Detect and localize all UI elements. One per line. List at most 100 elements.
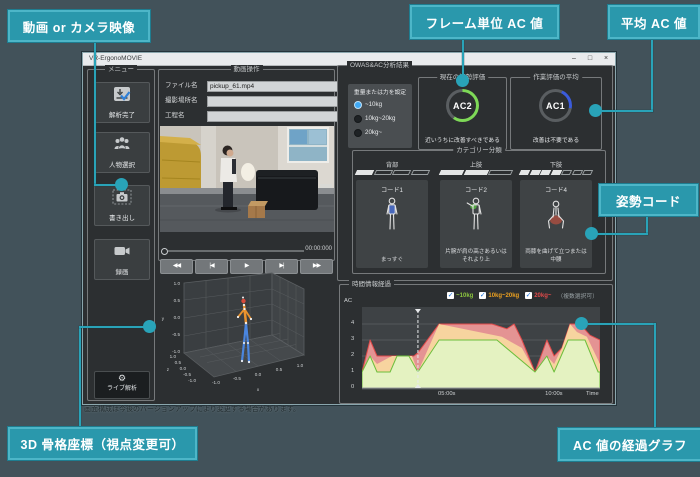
weight-option[interactable]: 10kg~20kg xyxy=(354,114,395,123)
svg-text:0.5: 0.5 xyxy=(175,360,182,365)
ac-graph-title: 時間情報経過 xyxy=(349,280,394,289)
posture-code-label: コード1 xyxy=(356,185,428,194)
record-label: 録画 xyxy=(95,266,149,276)
connector-dot-avg-ac xyxy=(589,104,602,117)
segment xyxy=(540,170,551,175)
segment xyxy=(529,170,540,175)
segment xyxy=(355,170,374,175)
segment xyxy=(464,170,489,175)
connector-line xyxy=(588,323,656,325)
x-tick-label: 05:00s xyxy=(438,391,455,397)
posture-code-label: コード4 xyxy=(520,185,592,194)
export-button[interactable]: 書き出し xyxy=(94,185,150,226)
segment xyxy=(561,170,572,175)
posture-card-back: コード1 まっすぐ xyxy=(356,180,428,268)
seek-track[interactable] xyxy=(168,250,304,252)
minimize-button[interactable]: – xyxy=(567,54,581,64)
connector-line xyxy=(79,326,145,328)
weight-option[interactable]: 20kg~ xyxy=(354,128,382,137)
current-ac-ring: AC2 xyxy=(446,89,479,122)
connector-line xyxy=(595,233,648,235)
segment-bar xyxy=(440,170,512,175)
category-panel: カテゴリー分類 背部 コード1 xyxy=(352,150,606,274)
maximize-button[interactable]: □ xyxy=(583,54,597,64)
segment xyxy=(439,170,464,175)
y-axis-label: AC xyxy=(344,298,352,304)
svg-text:0.0: 0.0 xyxy=(255,372,262,377)
svg-text:1.0: 1.0 xyxy=(170,354,177,359)
menu-panel: メニュー 解析完了 人物選択 書き出し xyxy=(87,69,155,401)
average-ac-value: AC1 xyxy=(546,101,565,111)
posture-figure-arms-icon xyxy=(464,196,488,241)
people-icon xyxy=(112,139,132,156)
legend-item: ✓10kg~20kg xyxy=(479,292,519,299)
weight-setting-panel: 重量または力を設定 ~10kg 10kg~20kg 20kg~ xyxy=(348,84,412,148)
close-button[interactable]: × xyxy=(599,54,613,64)
y-tick-label: 4 xyxy=(351,320,354,326)
weight-option[interactable]: ~10kg xyxy=(354,100,382,109)
live-analysis-button[interactable]: ⚙ ライブ解析 xyxy=(94,371,150,399)
svg-text:-1.0: -1.0 xyxy=(212,380,220,385)
average-ac-ring: AC1 xyxy=(539,89,572,122)
app-window: VR-ErgonoMOVIE – □ × メニュー 解析完了 人物選択 xyxy=(82,52,616,405)
radio-icon[interactable] xyxy=(354,101,362,109)
timecode: 00:00:000 xyxy=(305,246,332,252)
person-select-label: 人物選択 xyxy=(95,159,149,169)
connector-line xyxy=(79,327,81,427)
connector-line xyxy=(651,35,653,112)
legend-checkbox-icon[interactable]: ✓ xyxy=(479,292,486,299)
callout-ac-graph-label: AC 値の経過グラフ xyxy=(558,428,700,461)
svg-text:0.5: 0.5 xyxy=(276,367,283,372)
segment xyxy=(410,170,429,175)
y-tick-label: 0 xyxy=(351,384,354,390)
x-axis-label: Time xyxy=(586,391,599,397)
segment xyxy=(373,170,392,175)
svg-text:0.5: 0.5 xyxy=(174,298,181,303)
radio-icon[interactable] xyxy=(354,115,362,123)
ac-graph-plot[interactable] xyxy=(362,307,600,390)
connector-dot-posture-code xyxy=(585,227,598,240)
menu-panel-title: メニュー xyxy=(105,65,137,74)
connector-dot-frame-ac xyxy=(456,74,469,87)
process-label: 工程名 xyxy=(165,111,185,121)
posture-figure-back-icon xyxy=(380,196,404,241)
svg-text:-0.5: -0.5 xyxy=(172,332,180,337)
connector-line xyxy=(94,38,96,185)
file-name-label: ファイル名 xyxy=(165,81,198,91)
download-check-icon xyxy=(112,89,132,106)
gear-icon: ⚙ xyxy=(95,373,149,383)
seek-handle[interactable] xyxy=(161,248,168,255)
video-operations-title: 動画操作 xyxy=(231,65,263,74)
video-operations-panel: 動画操作 ファイル名 撮影場所名 工程名 xyxy=(158,69,335,261)
svg-text:1.0: 1.0 xyxy=(297,363,304,368)
average-posture-title: 作業評価の平均 xyxy=(530,73,582,82)
segment xyxy=(488,170,513,175)
legend-checkbox-icon[interactable]: ✓ xyxy=(447,292,454,299)
analysis-complete-label: 解析完了 xyxy=(95,109,149,119)
y-tick-label: 2 xyxy=(351,352,354,358)
record-button[interactable]: 録画 xyxy=(94,239,150,280)
legend-item: ✓~10kg xyxy=(447,292,473,299)
file-name-input[interactable] xyxy=(207,81,338,92)
location-label: 撮影場所名 xyxy=(165,96,198,106)
segment xyxy=(582,170,593,175)
person-select-button[interactable]: 人物選択 xyxy=(94,132,150,173)
ac-graph-panel: 時間情報経過 ✓~10kg✓10kg~20kg✓20kg~（複数選択可） AC0… xyxy=(339,284,613,404)
posture-code-label: コード2 xyxy=(440,185,512,194)
skeleton-3d-plot[interactable]: 1.00.50.0-0.5-1.01.00.50.0-0.5-1.0-1.0-0… xyxy=(156,259,338,401)
posture-caption-arms: 片腕が肩の高さあるいはそれより上 xyxy=(443,249,509,264)
video-display xyxy=(160,126,334,232)
process-input[interactable] xyxy=(207,111,338,122)
analysis-complete-button[interactable]: 解析完了 xyxy=(94,82,150,123)
legend-item: ✓20kg~ xyxy=(525,292,551,299)
owas-results-title: OWAS&AC分析結果 xyxy=(347,61,412,70)
segment-bar xyxy=(520,170,592,175)
y-tick-label: 3 xyxy=(351,336,354,342)
chart-legend: ✓~10kg✓10kg~20kg✓20kg~（複数選択可） xyxy=(447,291,598,300)
connector-dot-video xyxy=(115,178,128,191)
location-input[interactable] xyxy=(207,96,338,107)
legend-checkbox-icon[interactable]: ✓ xyxy=(525,292,532,299)
radio-icon[interactable] xyxy=(354,129,362,137)
posture-caption-legs: 両膝を曲げて立つまたは中腰 xyxy=(523,249,589,264)
svg-text:1.0: 1.0 xyxy=(174,281,181,286)
